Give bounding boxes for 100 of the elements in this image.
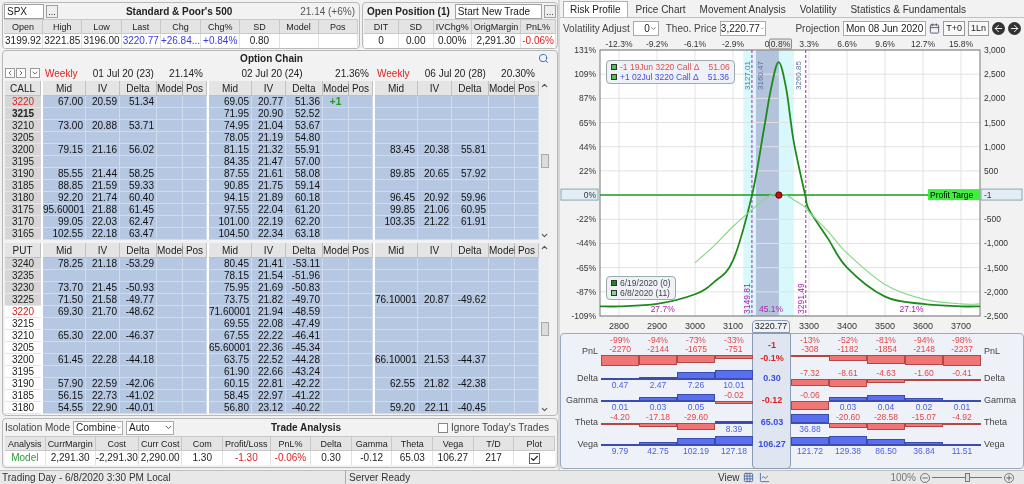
strike-cell[interactable]: 3225 [5, 294, 41, 306]
quote-cell[interactable]: 20.38 [418, 144, 452, 156]
quote-cell[interactable]: 53.71 [120, 120, 157, 132]
quote-cell[interactable]: 57.90 [43, 378, 86, 390]
quote-cell[interactable]: 22.18 [86, 228, 120, 240]
tab[interactable]: Movement Analysis [693, 1, 792, 17]
quote-cell[interactable]: 22.73 [86, 390, 120, 402]
quote-cell[interactable]: 22.28 [86, 354, 120, 366]
quote-cell[interactable]: 51.36 [286, 96, 323, 108]
browse-button[interactable]: ... [544, 5, 556, 18]
quote-cell[interactable]: 62.55 [375, 378, 418, 390]
quote-cell[interactable]: 21.45 [86, 282, 120, 294]
quote-cell[interactable]: 21.16 [86, 144, 120, 156]
quote-cell[interactable]: 81.15 [209, 144, 252, 156]
quote-cell[interactable]: -49.70 [286, 294, 323, 306]
quote-cell[interactable]: 22.00 [86, 330, 120, 342]
quote-cell[interactable]: 56.02 [120, 144, 157, 156]
tab[interactable]: Volatility [793, 1, 843, 17]
strike-cell[interactable]: 3180 [5, 402, 41, 414]
quote-cell[interactable]: 61.45 [120, 204, 157, 216]
quote-cell[interactable]: 60.40 [120, 192, 157, 204]
projection-button[interactable]: 1Ln [967, 20, 989, 36]
quote-cell[interactable]: -40.01 [120, 402, 157, 414]
quote-cell[interactable]: 53.67 [286, 120, 323, 132]
strike-cell[interactable]: 3210 [5, 120, 41, 132]
quote-cell[interactable]: 56.15 [43, 390, 86, 402]
quote-cell[interactable]: 61.20 [286, 204, 323, 216]
quote-cell[interactable]: 78.05 [209, 132, 252, 144]
quote-cell[interactable]: 73.75 [209, 294, 252, 306]
quote-cell[interactable]: 57.00 [286, 156, 323, 168]
quote-cell[interactable]: 22.97 [252, 390, 286, 402]
strike-cell[interactable]: 3210 [5, 330, 41, 342]
theo-price-spinner[interactable]: 3,220.77 [719, 20, 766, 36]
quote-cell[interactable]: 21.94 [252, 306, 286, 318]
quote-cell[interactable]: 23.12 [252, 402, 286, 414]
quote-cell[interactable]: 22.52 [252, 354, 286, 366]
quote-cell[interactable]: 59.20 [375, 402, 418, 414]
strike-cell[interactable]: 3230 [5, 282, 41, 294]
quote-cell[interactable]: 61.45 [43, 354, 86, 366]
strike-cell[interactable]: 3185 [5, 390, 41, 402]
quote-cell[interactable]: 22.19 [252, 216, 286, 228]
strike-cell[interactable]: 3185 [5, 180, 41, 192]
quote-cell[interactable]: 61.91 [452, 216, 489, 228]
quote-cell[interactable]: 88.85 [43, 180, 86, 192]
quote-cell[interactable]: -41.22 [286, 390, 323, 402]
quote-cell[interactable]: -50.93 [120, 282, 157, 294]
quote-cell[interactable]: 60.15 [209, 378, 252, 390]
quote-cell[interactable]: -43.24 [286, 366, 323, 378]
strike-cell[interactable]: 3235 [5, 270, 41, 282]
strike-cell[interactable]: 3170 [5, 216, 41, 228]
quote-cell[interactable]: -44.28 [286, 354, 323, 366]
quote-cell[interactable]: 95.60001 [43, 204, 86, 216]
quote-cell[interactable]: 54.55 [43, 402, 86, 414]
quote-cell[interactable]: 21.04 [252, 120, 286, 132]
quote-cell[interactable]: 52.52 [286, 108, 323, 120]
quote-cell[interactable]: -42.06 [120, 378, 157, 390]
browse-button[interactable]: ... [46, 5, 58, 18]
quote-cell[interactable]: -44.37 [452, 354, 489, 366]
quote-cell[interactable]: 63.18 [286, 228, 323, 240]
projection-button[interactable]: T+0 [943, 20, 965, 36]
quote-cell[interactable]: 57.92 [452, 168, 489, 180]
quote-cell[interactable]: 67.55 [209, 330, 252, 342]
quote-cell[interactable]: -51.96 [286, 270, 323, 282]
quote-cell[interactable]: 20.88 [86, 120, 120, 132]
quote-cell[interactable]: 99.05 [43, 216, 86, 228]
quote-cell[interactable]: 22.04 [252, 204, 286, 216]
quote-cell[interactable]: 58.08 [286, 168, 323, 180]
quote-cell[interactable]: 21.41 [252, 258, 286, 270]
quote-cell[interactable]: 101.00 [209, 216, 252, 228]
quote-cell[interactable]: 69.05 [209, 96, 252, 108]
quote-cell[interactable]: 20.59 [86, 96, 120, 108]
quote-cell[interactable]: 84.35 [209, 156, 252, 168]
trade-field[interactable]: Start New Trade [454, 4, 542, 19]
quote-cell[interactable]: 62.20 [286, 216, 323, 228]
quote-cell[interactable]: 78.15 [209, 270, 252, 282]
strike-cell[interactable]: 3240 [5, 258, 41, 270]
quote-cell[interactable]: 21.70 [86, 306, 120, 318]
quote-cell[interactable]: 58.45 [209, 390, 252, 402]
quote-cell[interactable]: -42.22 [286, 378, 323, 390]
quote-cell[interactable]: -41.02 [120, 390, 157, 402]
quote-cell[interactable]: 96.45 [375, 192, 418, 204]
mode-dropdown[interactable]: Combine [73, 420, 124, 435]
expiry-date[interactable]: 02 Jul 20 (24) [211, 65, 334, 81]
quote-cell[interactable]: 97.55 [209, 204, 252, 216]
quote-cell[interactable]: 21.19 [252, 132, 286, 144]
quote-cell[interactable]: 80.45 [209, 258, 252, 270]
quote-cell[interactable]: 20.65 [418, 168, 452, 180]
strike-cell[interactable]: 3165 [5, 228, 41, 240]
quote-cell[interactable]: 92.20 [43, 192, 86, 204]
quote-cell[interactable]: -46.37 [120, 330, 157, 342]
quote-cell[interactable]: 21.61 [252, 168, 286, 180]
tab[interactable]: Price Chart [629, 1, 692, 17]
sizing-dropdown[interactable]: Auto [126, 420, 175, 435]
quote-cell[interactable]: 21.82 [418, 378, 452, 390]
expiry-date[interactable]: 01 Jul 20 (23) [79, 65, 168, 81]
quote-cell[interactable]: -50.83 [286, 282, 323, 294]
quote-cell[interactable]: 62.47 [120, 216, 157, 228]
strike-cell[interactable]: 3190 [5, 378, 41, 390]
quote-cell[interactable]: 78.25 [43, 258, 86, 270]
quote-cell[interactable]: 20.90 [252, 108, 286, 120]
